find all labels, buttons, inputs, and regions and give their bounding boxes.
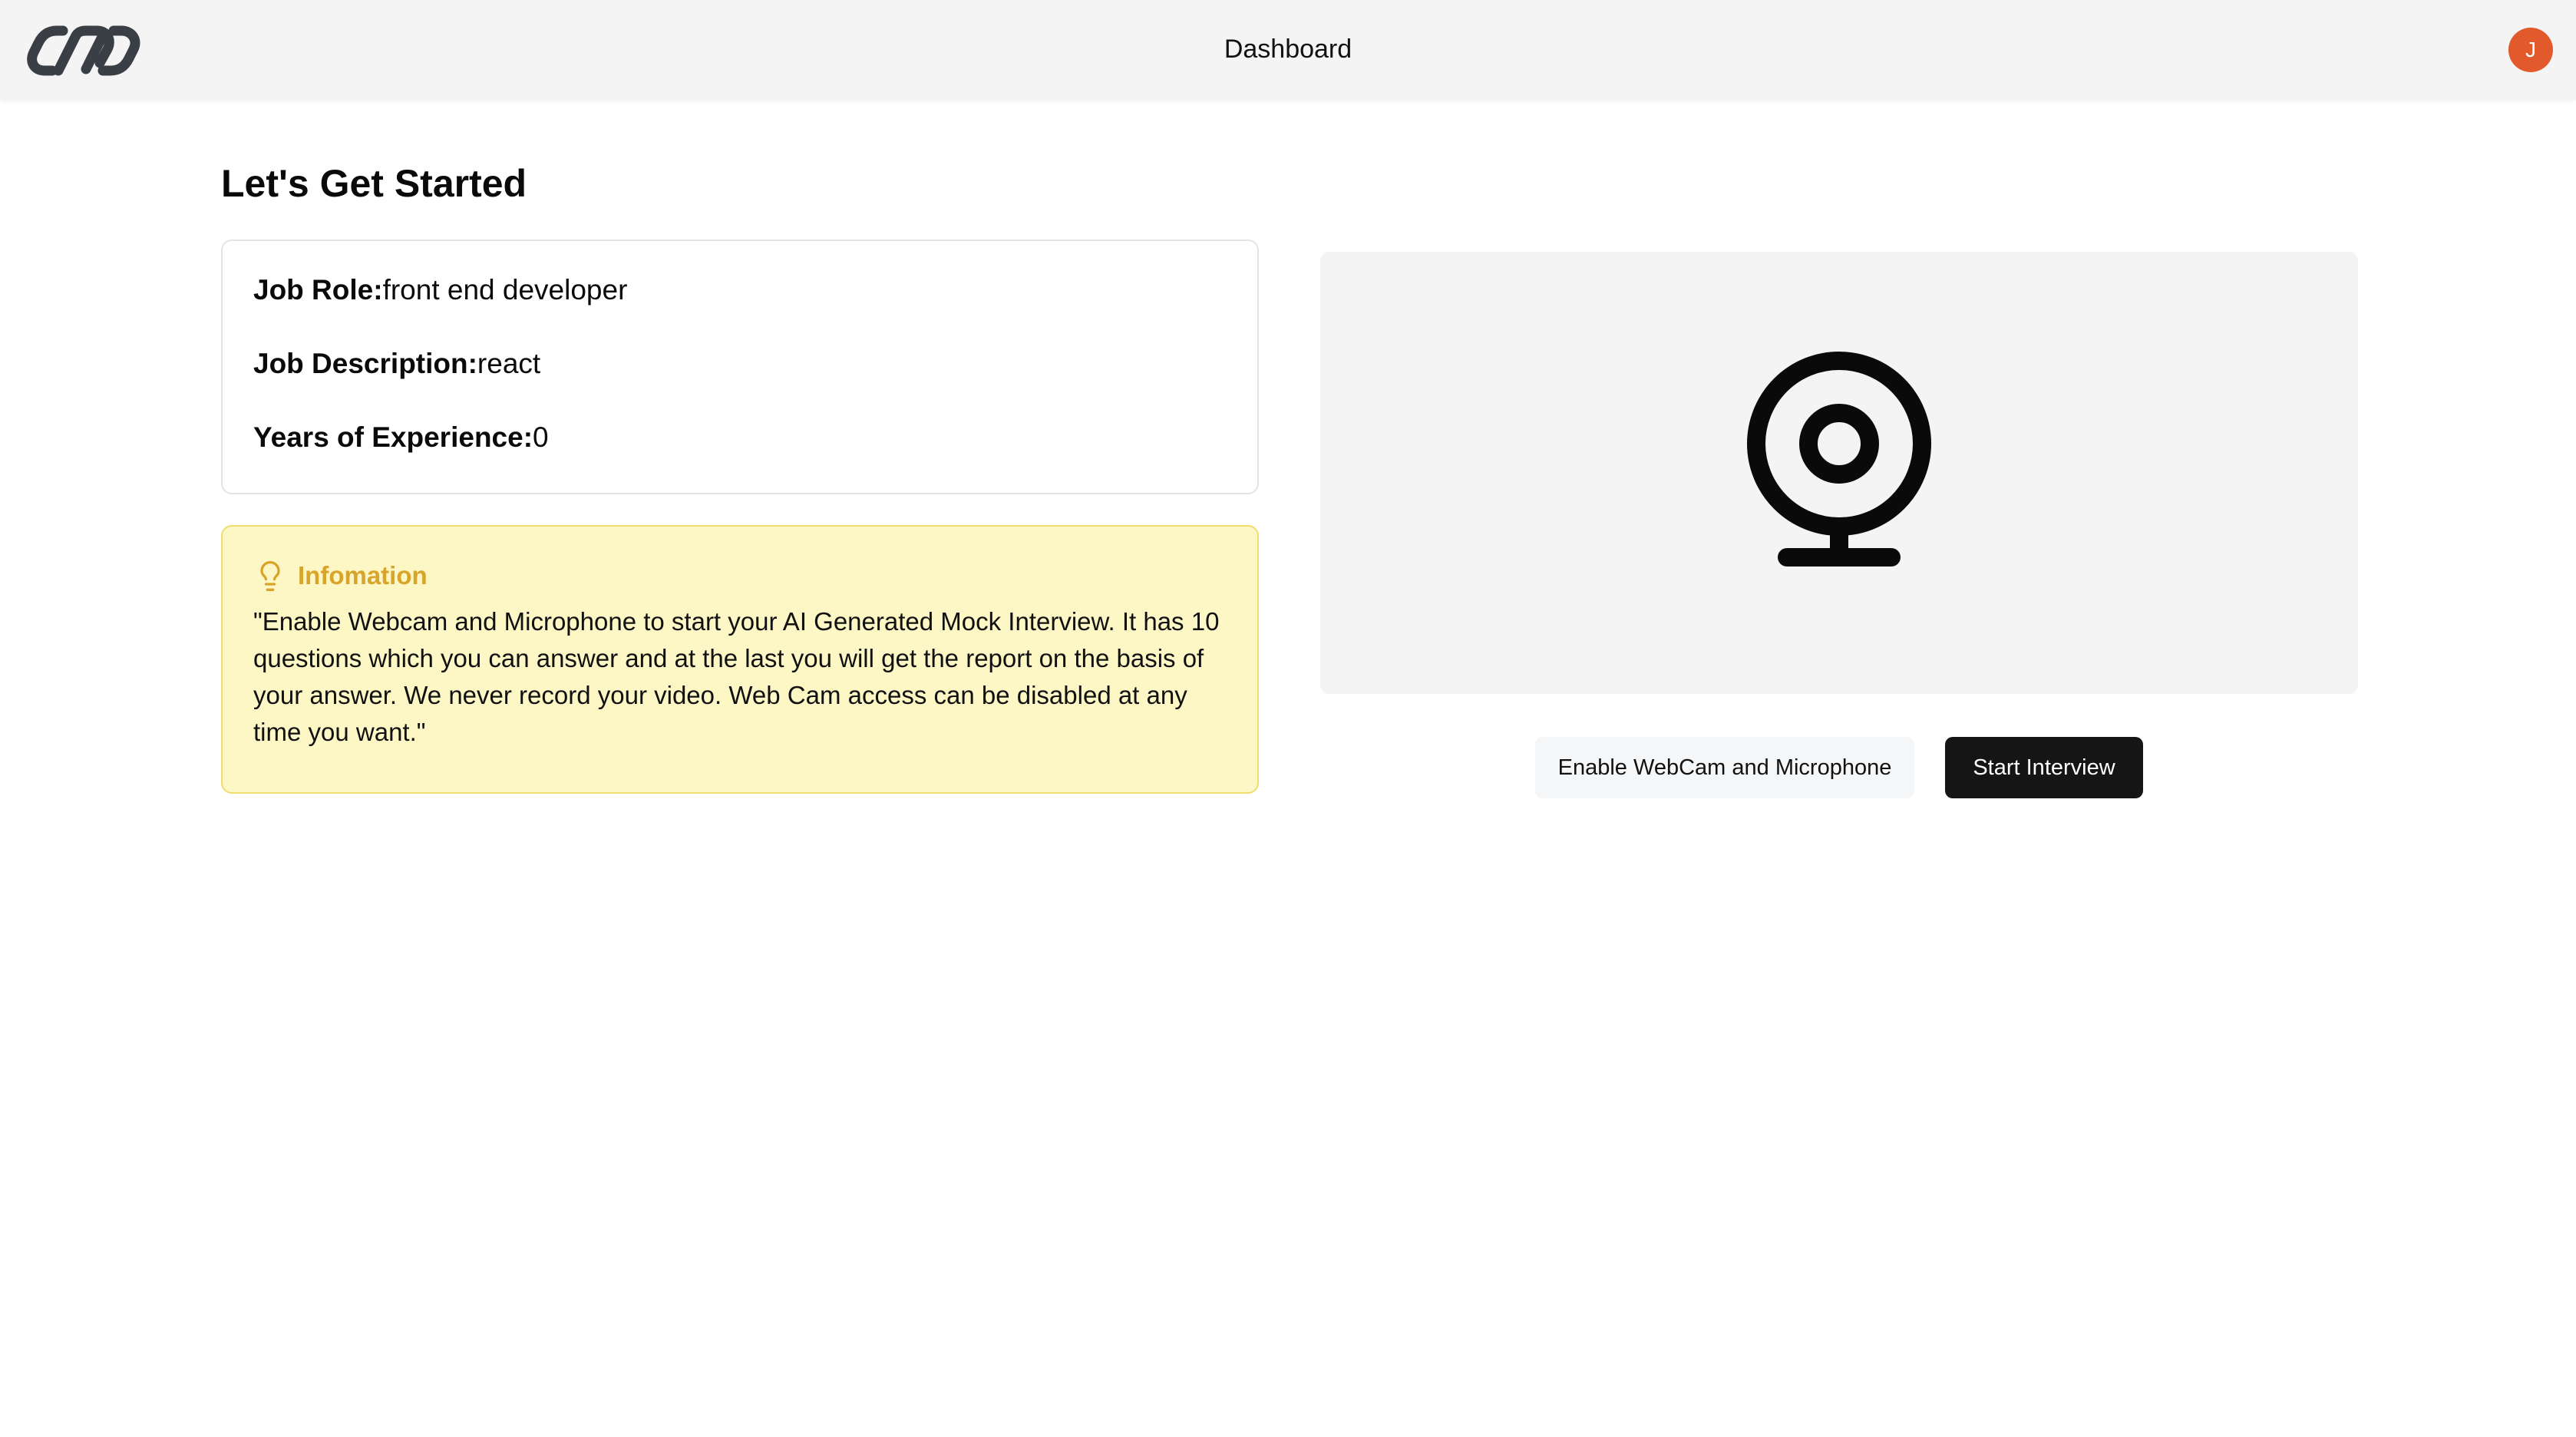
information-text: "Enable Webcam and Microphone to start y…	[253, 607, 1220, 746]
webcam-icon	[1747, 352, 1931, 567]
experience-row: Years of Experience:0	[253, 419, 1227, 456]
job-role-value: front end developer	[382, 274, 628, 306]
lightbulb-icon	[260, 561, 280, 591]
enable-webcam-button[interactable]: Enable WebCam and Microphone	[1535, 737, 1914, 798]
job-description-value: react	[477, 348, 541, 379]
information-header: Infomation	[253, 557, 1227, 594]
experience-value: 0	[533, 421, 549, 453]
job-role-row: Job Role:front end developer	[253, 272, 1227, 309]
top-navbar: Dashboard J	[0, 0, 2576, 100]
information-card: Infomation "Enable Webcam and Microphone…	[221, 525, 1259, 794]
webcam-preview	[1320, 252, 2358, 694]
job-description-row: Job Description:react	[253, 345, 1227, 382]
job-details-card: Job Role:front end developer Job Descrip…	[221, 240, 1259, 494]
information-title: Infomation	[298, 561, 428, 590]
job-role-label: Job Role:	[253, 274, 383, 306]
start-interview-button[interactable]: Start Interview	[1945, 737, 2143, 798]
user-avatar[interactable]: J	[2508, 28, 2553, 72]
job-description-label: Job Description:	[253, 348, 477, 379]
page-title: Let's Get Started	[221, 162, 527, 205]
experience-label: Years of Experience:	[253, 421, 533, 453]
nav-title[interactable]: Dashboard	[0, 31, 2576, 68]
